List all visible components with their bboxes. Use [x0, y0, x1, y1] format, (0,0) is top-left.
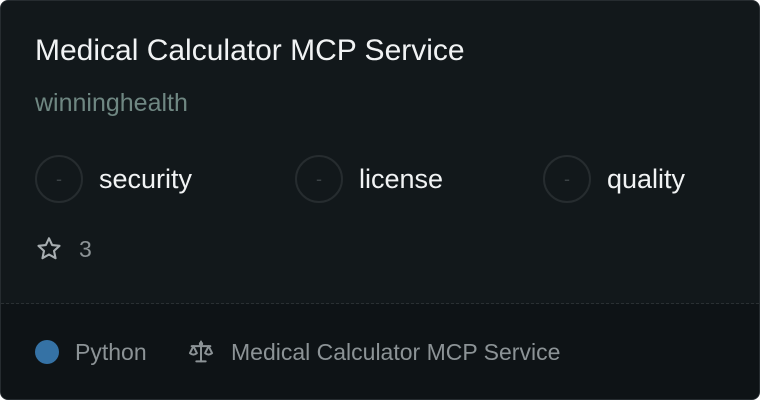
language-color-dot [35, 340, 59, 364]
card-owner[interactable]: winninghealth [35, 89, 188, 118]
server-card[interactable]: Medical Calculator MCP Service winninghe… [0, 0, 760, 400]
card-title[interactable]: Medical Calculator MCP Service [35, 34, 465, 68]
security-badge[interactable]: - security [35, 155, 192, 203]
language-label: Python [75, 338, 147, 365]
star-outline-icon [37, 237, 61, 260]
license-badge[interactable]: - license [295, 155, 443, 203]
license-score-circle: - [295, 155, 343, 203]
card-body: Medical Calculator MCP Service winninghe… [1, 1, 759, 303]
card-footer: Python Medical Calculator MCP Service [1, 304, 759, 399]
stars[interactable]: 3 [35, 234, 92, 264]
stars-count: 3 [79, 235, 92, 262]
score-badges: - security - license - quality [35, 155, 735, 203]
scale-icon [188, 340, 214, 363]
license-label: license [359, 163, 444, 194]
license-label: Medical Calculator MCP Service [231, 338, 561, 365]
security-score-circle: - [35, 155, 83, 203]
license[interactable]: Medical Calculator MCP Service [187, 339, 560, 365]
language: Python [35, 339, 147, 365]
security-label: security [99, 163, 193, 194]
quality-label: quality [607, 163, 686, 194]
quality-badge[interactable]: - quality [543, 155, 685, 203]
quality-score-circle: - [543, 155, 591, 203]
